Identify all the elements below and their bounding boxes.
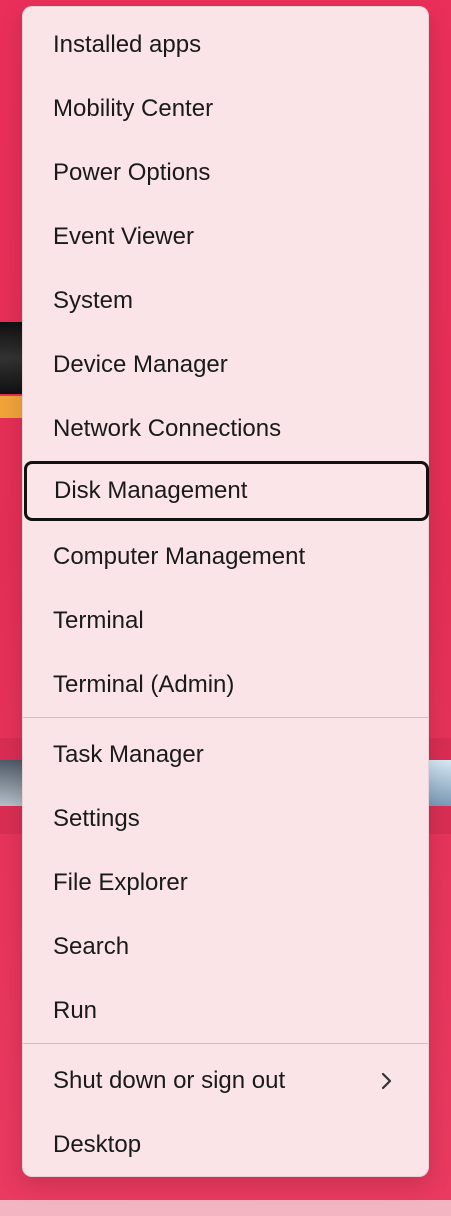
menu-item-label: System xyxy=(53,287,134,314)
menu-item-label: Task Manager xyxy=(53,741,204,768)
menu-item-label: Search xyxy=(53,933,130,960)
menu-item-label: Network Connections xyxy=(53,415,282,442)
quick-link-menu: Installed apps Mobility Center Power Opt… xyxy=(22,6,429,1177)
menu-item-file-explorer[interactable]: File Explorer xyxy=(23,855,428,911)
menu-item-mobility-center[interactable]: Mobility Center xyxy=(23,81,428,137)
menu-item-desktop[interactable]: Desktop xyxy=(23,1117,428,1173)
desktop-thumbnail-right xyxy=(429,760,451,806)
menu-item-label: Device Manager xyxy=(53,351,228,378)
menu-item-disk-management[interactable]: Disk Management xyxy=(24,461,429,521)
menu-item-label: Installed apps xyxy=(53,31,202,58)
menu-item-label: Settings xyxy=(53,805,140,832)
menu-item-run[interactable]: Run xyxy=(23,983,428,1039)
menu-separator xyxy=(23,1043,428,1044)
menu-item-shut-down-or-sign-out[interactable]: Shut down or sign out xyxy=(23,1053,428,1109)
desktop-shortcut-left xyxy=(0,322,22,394)
desktop-shortcut-left-badge xyxy=(0,396,22,418)
menu-item-event-viewer[interactable]: Event Viewer xyxy=(23,209,428,265)
menu-item-terminal-admin[interactable]: Terminal (Admin) xyxy=(23,657,428,713)
menu-item-system[interactable]: System xyxy=(23,273,428,329)
menu-item-network-connections[interactable]: Network Connections xyxy=(23,401,428,457)
menu-item-computer-management[interactable]: Computer Management xyxy=(23,529,428,585)
menu-item-label: File Explorer xyxy=(53,869,188,896)
menu-item-power-options[interactable]: Power Options xyxy=(23,145,428,201)
menu-separator xyxy=(23,717,428,718)
menu-item-device-manager[interactable]: Device Manager xyxy=(23,337,428,393)
menu-item-label: Mobility Center xyxy=(53,95,214,122)
menu-item-task-manager[interactable]: Task Manager xyxy=(23,727,428,783)
menu-item-terminal[interactable]: Terminal xyxy=(23,593,428,649)
menu-item-label: Power Options xyxy=(53,159,211,186)
menu-item-label: Event Viewer xyxy=(53,223,194,250)
menu-item-installed-apps[interactable]: Installed apps xyxy=(23,17,428,73)
menu-item-label: Disk Management xyxy=(54,477,248,504)
menu-item-label: Terminal (Admin) xyxy=(53,671,235,698)
menu-item-settings[interactable]: Settings xyxy=(23,791,428,847)
chevron-right-icon xyxy=(381,1072,392,1090)
menu-item-label: Shut down or sign out xyxy=(53,1067,286,1094)
menu-item-label: Terminal xyxy=(53,607,144,634)
menu-item-label: Computer Management xyxy=(53,543,306,570)
taskbar-edge xyxy=(0,1200,451,1216)
desktop-thumbnail-left xyxy=(0,760,22,806)
menu-item-label: Run xyxy=(53,997,98,1024)
menu-item-label: Desktop xyxy=(53,1131,142,1158)
menu-item-search[interactable]: Search xyxy=(23,919,428,975)
